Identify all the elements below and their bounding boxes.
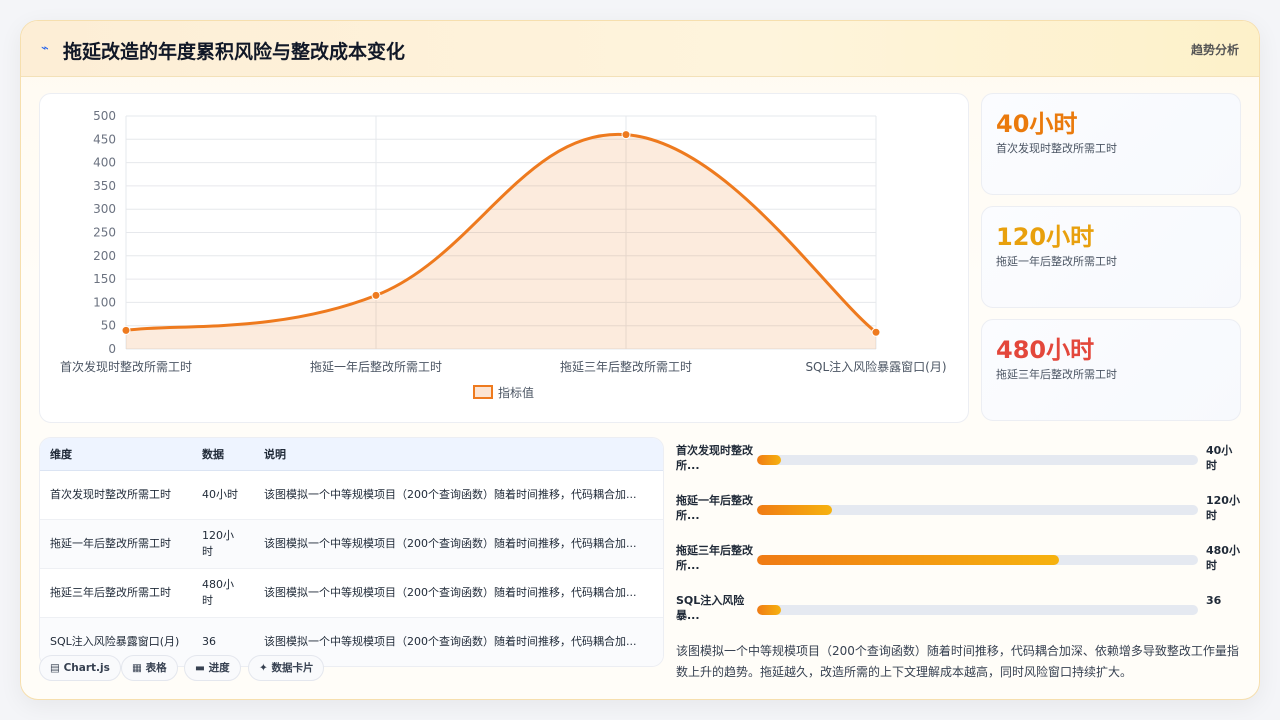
trend-analysis-tag: 趋势分析: [1190, 43, 1239, 57]
table-cell: 首次发现时整改所需工时: [50, 487, 171, 501]
progress-value: 120小时: [1206, 494, 1240, 522]
data-point: [871, 327, 881, 337]
table-header-row: 维度 数据 说明: [40, 438, 663, 470]
x-tick-label: 拖延一年后整改所需工时: [310, 359, 442, 374]
table-cell: 该图模拟一个中等规模项目（200个查询函数）随着时间推移，代码耦合加...: [264, 585, 637, 599]
data-point: [371, 290, 381, 300]
y-tick-label: 250: [93, 226, 116, 240]
progress-fill: [757, 505, 832, 515]
stat-value: 120小时: [996, 223, 1095, 251]
table-cell: 拖延三年后整改所需工时: [50, 585, 171, 599]
progress-row: 拖延三年后整改所... 480小时: [676, 539, 1246, 579]
chartjs-chip[interactable]: ▤ Chart.js: [39, 655, 121, 681]
y-tick-label: 100: [93, 295, 116, 309]
y-tick-label: 300: [93, 202, 116, 216]
progress-label: SQL注入风险暴...: [676, 594, 745, 622]
dashboard-card: ⌁ 拖延改造的年度累积风险与整改成本变化 趋势分析 0 50 100 150 200 25…: [20, 20, 1260, 700]
trend-icon: ⌁: [41, 41, 49, 56]
table-cell: 480小时: [202, 577, 234, 607]
progress-label: 拖延三年后整改所...: [676, 544, 753, 572]
x-tick-label: 拖延三年后整改所需工时: [560, 359, 692, 374]
data-table-panel: 维度 数据 说明 首次发现时整改所需工时 40小时 该图模拟一个中等规模项目（2…: [39, 437, 664, 667]
table-row: 拖延三年后整改所需工时 480小时 该图模拟一个中等规模项目（200个查询函数）…: [40, 568, 663, 617]
page-title: 拖延改造的年度累积风险与整改成本变化: [63, 41, 406, 63]
legend-swatch: [473, 385, 493, 399]
x-tick-label: SQL注入风险暴露窗口(月): [805, 359, 946, 374]
progress-fill: [757, 455, 782, 465]
table-cell: 拖延一年后整改所需工时: [50, 536, 171, 550]
table-cell: 40小时: [202, 487, 238, 501]
table-row: 拖延一年后整改所需工时 120小时 该图模拟一个中等规模项目（200个查询函数）…: [40, 519, 663, 568]
stat-value: 40小时: [996, 110, 1078, 138]
series-area: [126, 134, 876, 349]
progress-value: 480小时: [1206, 544, 1240, 572]
progress-value: 36: [1206, 594, 1222, 607]
y-tick-label: 350: [93, 179, 116, 193]
progress-fill: [757, 605, 782, 615]
stat-label: 拖延三年后整改所需工时: [996, 368, 1117, 381]
stat-card-three-year: 480小时 拖延三年后整改所需工时: [981, 319, 1241, 421]
progress-label: 首次发现时整改所...: [676, 444, 753, 472]
y-tick-label: 0: [108, 342, 116, 356]
stat-card-one-year: 120小时 拖延一年后整改所需工时: [981, 206, 1241, 308]
y-tick-label: 150: [93, 272, 116, 286]
progress-chip[interactable]: ▬ 进度: [184, 655, 241, 681]
column-header: 维度: [50, 447, 72, 461]
table-row: 首次发现时整改所需工时 40小时 该图模拟一个中等规模项目（200个查询函数）随…: [40, 470, 663, 519]
y-tick-label: 200: [93, 249, 116, 263]
x-tick-label: 首次发现时整改所需工时: [60, 359, 192, 374]
progress-label: 拖延一年后整改所...: [676, 494, 753, 522]
progress-track: [757, 605, 1198, 615]
table-cell: 该图模拟一个中等规模项目（200个查询函数）随着时间推移，代码耦合加...: [264, 536, 637, 550]
stat-label: 拖延一年后整改所需工时: [996, 255, 1117, 268]
y-tick-label: 500: [93, 109, 116, 123]
progress-row: 首次发现时整改所... 40小时: [676, 439, 1246, 479]
data-point: [121, 325, 131, 335]
column-header: 说明: [264, 447, 286, 461]
stat-label: 首次发现时整改所需工时: [996, 142, 1117, 155]
stat-value: 480小时: [996, 336, 1095, 364]
data-point: [621, 130, 631, 140]
data-card-chip[interactable]: ✦ 数据卡片: [248, 655, 325, 681]
column-header: 数据: [202, 447, 224, 461]
data-table: 维度 数据 说明 首次发现时整改所需工时 40小时 该图模拟一个中等规模项目（2…: [40, 438, 663, 666]
progress-row: SQL注入风险暴... 36: [676, 589, 1246, 629]
progress-value: 40小时: [1206, 444, 1233, 472]
header: ⌁ 拖延改造的年度累积风险与整改成本变化 趋势分析: [21, 21, 1259, 77]
chart-panel: 0 50 100 150 200 250 300 350 400 450 500 首次发现时整改所需工…: [39, 93, 969, 423]
legend-label: 指标值: [498, 385, 534, 400]
summary-text: 该图模拟一个中等规模项目（200个查询函数）随着时间推移，代码耦合加深、依赖增多…: [676, 644, 1239, 679]
progress-track: [757, 455, 1198, 465]
progress-fill: [757, 555, 1060, 565]
table-cell: 120小时: [202, 528, 234, 558]
progress-track: [757, 555, 1198, 565]
y-tick-label: 400: [93, 156, 116, 170]
progress-track: [757, 505, 1198, 515]
line-chart: 0 50 100 150 200 250 300 350 400 450 500 首次发现时整改所需工…: [60, 109, 947, 400]
table-cell: 该图模拟一个中等规模项目（200个查询函数）随着时间推移，代码耦合加...: [264, 487, 637, 501]
table-chip[interactable]: ▦ 表格: [121, 655, 178, 681]
y-tick-label: 450: [93, 132, 116, 146]
progress-row: 拖延一年后整改所... 120小时: [676, 489, 1246, 529]
y-tick-label: 50: [101, 319, 116, 333]
stat-card-initial: 40小时 首次发现时整改所需工时: [981, 93, 1241, 195]
